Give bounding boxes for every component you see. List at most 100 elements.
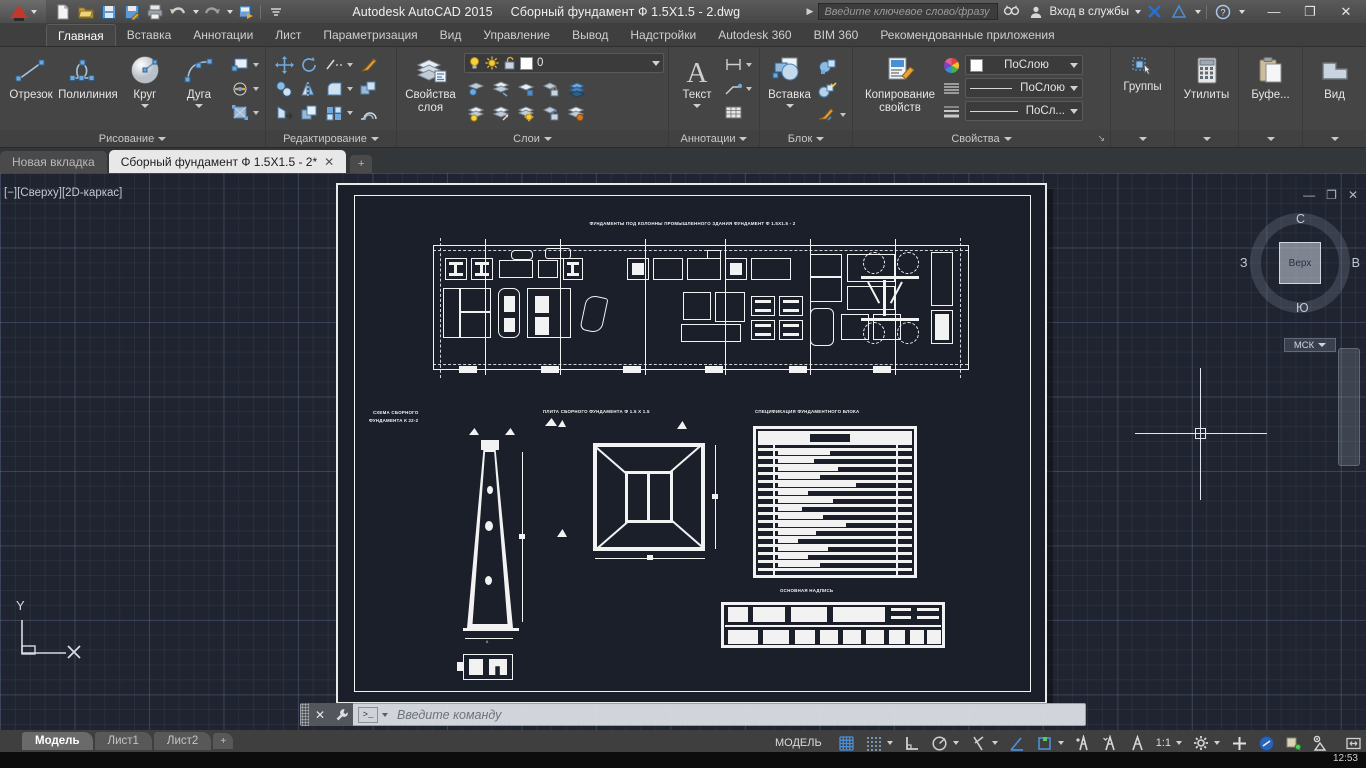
panel-title-block[interactable]: Блок bbox=[760, 130, 852, 147]
layer-on-icon[interactable] bbox=[464, 101, 488, 124]
minimize-button[interactable]: — bbox=[1256, 0, 1292, 23]
view-cube-north-label[interactable]: С bbox=[1296, 212, 1305, 226]
text-dropdown-icon[interactable] bbox=[693, 104, 701, 108]
layer-unlock-icon[interactable] bbox=[539, 101, 563, 124]
save-as-icon[interactable] bbox=[121, 2, 142, 22]
text-button[interactable]: A Текст bbox=[673, 51, 721, 108]
rectangle-dropdown-icon[interactable] bbox=[253, 62, 260, 67]
edit-attribute-icon[interactable] bbox=[815, 103, 839, 126]
dimension-dropdown-icon[interactable] bbox=[746, 62, 752, 67]
file-tab-new[interactable]: Новая вкладка bbox=[0, 151, 107, 173]
linetype-combo[interactable]: ПоСлою bbox=[965, 78, 1083, 98]
tab-manage[interactable]: Управление bbox=[472, 24, 561, 46]
new-file-tab-button[interactable]: + bbox=[350, 155, 373, 173]
a360-dropdown-icon[interactable] bbox=[1195, 9, 1201, 14]
command-line[interactable]: ✕ >_ Введите команду bbox=[300, 703, 1086, 726]
lineweight-combo[interactable]: ПоСл... bbox=[965, 101, 1083, 121]
command-input[interactable]: Введите команду bbox=[388, 708, 1085, 722]
tab-home[interactable]: Главная bbox=[46, 24, 116, 46]
circle-button[interactable]: Круг bbox=[118, 51, 172, 108]
group-button[interactable]: Группы bbox=[1115, 51, 1170, 93]
annotation-scale-value[interactable]: 1:1 bbox=[1151, 732, 1176, 754]
panel-title-properties[interactable]: Свойства ↘ bbox=[853, 130, 1110, 147]
new-layout-button[interactable]: + bbox=[213, 733, 234, 749]
search-input[interactable]: Введите ключевое слово/фразу bbox=[818, 3, 999, 20]
trim-dropdown-icon[interactable] bbox=[347, 62, 353, 67]
exchange-apps-icon[interactable] bbox=[1144, 2, 1165, 22]
leader-dropdown-icon[interactable] bbox=[746, 86, 752, 91]
tab-autodesk360[interactable]: Autodesk 360 bbox=[707, 24, 802, 46]
maximize-button[interactable]: ❐ bbox=[1292, 0, 1328, 23]
sheetset-icon[interactable] bbox=[235, 2, 256, 22]
tab-featured-apps[interactable]: Рекомендованные приложения bbox=[869, 24, 1065, 46]
tab-layout2[interactable]: Лист2 bbox=[153, 732, 212, 750]
current-layer-combo[interactable]: 0 bbox=[464, 53, 664, 73]
search-expand-icon[interactable]: ▶ bbox=[807, 6, 816, 17]
copy-icon[interactable] bbox=[272, 77, 296, 100]
tab-parametric[interactable]: Параметризация bbox=[312, 24, 428, 46]
snap-mode-toggle[interactable] bbox=[860, 732, 887, 754]
mirror-icon[interactable] bbox=[297, 77, 321, 100]
leader-icon[interactable] bbox=[721, 77, 745, 100]
workspace-switching-icon[interactable] bbox=[1188, 732, 1214, 754]
settings-wrench-icon[interactable] bbox=[331, 703, 353, 726]
arc-button[interactable]: Дуга bbox=[172, 51, 226, 108]
hatch-dropdown-icon[interactable] bbox=[253, 86, 260, 91]
tab-view[interactable]: Вид bbox=[429, 24, 473, 46]
open-icon[interactable] bbox=[75, 2, 96, 22]
auto-scale-toggle[interactable] bbox=[1097, 732, 1124, 754]
workspace-dropdown-icon[interactable] bbox=[1214, 741, 1220, 745]
layer-merge-icon[interactable] bbox=[564, 77, 588, 100]
signin-label[interactable]: Вход в службы bbox=[1049, 6, 1129, 18]
create-block-icon[interactable] bbox=[815, 55, 839, 78]
command-line-grip[interactable] bbox=[301, 703, 309, 726]
hardware-acceleration-icon[interactable] bbox=[1253, 732, 1280, 754]
viewport-label[interactable]: [−][Сверху][2D-каркас] bbox=[4, 187, 122, 199]
trim-icon[interactable] bbox=[322, 53, 346, 76]
isolate-objects-icon[interactable] bbox=[1280, 732, 1307, 754]
save-icon[interactable] bbox=[98, 2, 119, 22]
view-cube-east-label[interactable]: В bbox=[1352, 256, 1360, 270]
tab-output[interactable]: Вывод bbox=[561, 24, 619, 46]
new-icon[interactable] bbox=[52, 2, 73, 22]
utilities-button[interactable]: Утилиты bbox=[1179, 51, 1234, 101]
annotation-visibility-toggle[interactable] bbox=[1070, 732, 1097, 754]
file-tab-drawing[interactable]: Сборный фундамент Ф 1.5X1.5 - 2* ✕ bbox=[108, 150, 347, 173]
panel-title-layers[interactable]: Слои bbox=[397, 130, 668, 147]
qat-more-icon[interactable] bbox=[265, 2, 286, 22]
panel-title-groups[interactable] bbox=[1111, 130, 1174, 147]
fillet-dropdown-icon[interactable] bbox=[347, 86, 353, 91]
line-button[interactable]: Отрезок bbox=[4, 51, 58, 101]
grid-display-toggle[interactable] bbox=[833, 732, 860, 754]
chevron-down-icon[interactable] bbox=[1070, 85, 1078, 91]
region-dropdown-icon[interactable] bbox=[253, 110, 260, 115]
scale-icon[interactable] bbox=[297, 101, 321, 124]
add-toolbar-icon[interactable] bbox=[1226, 732, 1253, 754]
chevron-down-icon[interactable] bbox=[1070, 62, 1078, 68]
polar-dropdown-icon[interactable] bbox=[952, 741, 959, 745]
match-properties-button[interactable]: Копирование свойств bbox=[857, 51, 943, 114]
polyline-button[interactable]: Полилиния bbox=[58, 51, 118, 101]
array-icon[interactable] bbox=[322, 101, 346, 124]
panel-title-modify[interactable]: Редактирование bbox=[266, 130, 396, 147]
dimension-icon[interactable] bbox=[721, 53, 745, 76]
hatch-icon[interactable] bbox=[228, 77, 252, 100]
help-dropdown-icon[interactable] bbox=[1239, 9, 1245, 14]
close-icon[interactable]: ✕ bbox=[309, 703, 331, 726]
attribute-dropdown-icon[interactable] bbox=[840, 112, 846, 117]
tab-addins[interactable]: Надстройки bbox=[619, 24, 707, 46]
table-icon[interactable] bbox=[721, 101, 745, 124]
close-button[interactable]: ✕ bbox=[1328, 0, 1364, 23]
properties-dialog-launcher[interactable]: ↘ bbox=[1097, 133, 1105, 144]
tab-bim360[interactable]: BIM 360 bbox=[803, 24, 870, 46]
viewport-minimize-button[interactable]: — bbox=[1303, 188, 1315, 202]
search-icon[interactable] bbox=[1001, 2, 1022, 22]
plot-icon[interactable] bbox=[144, 2, 165, 22]
tab-layout[interactable]: Лист bbox=[264, 24, 312, 46]
model-space-button[interactable]: МОДЕЛЬ bbox=[770, 732, 827, 754]
panel-title-view[interactable] bbox=[1303, 130, 1366, 147]
lightbulb-icon[interactable] bbox=[468, 56, 481, 70]
chevron-down-icon[interactable] bbox=[652, 60, 660, 66]
autodesk-360-icon[interactable] bbox=[1168, 2, 1189, 22]
dynamic-ucs-toggle[interactable] bbox=[1031, 732, 1058, 754]
